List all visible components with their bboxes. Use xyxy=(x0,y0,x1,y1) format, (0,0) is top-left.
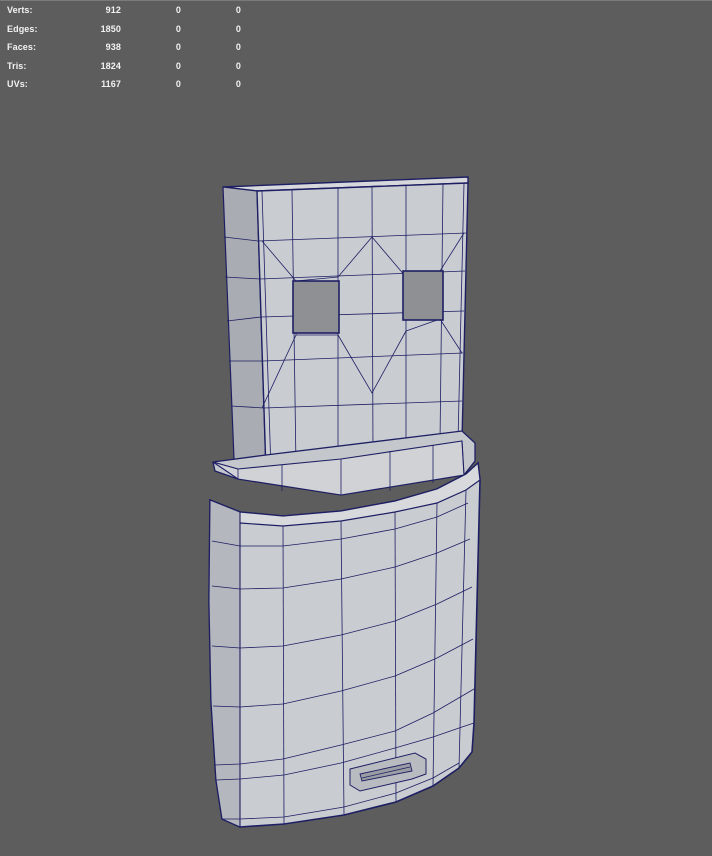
usb-drive-mesh[interactable] xyxy=(0,1,712,856)
usb-connector-mesh[interactable] xyxy=(222,176,469,473)
usb-body-mesh[interactable] xyxy=(208,461,481,828)
3d-viewport[interactable]: Verts: 912 0 0 Edges: 1850 0 0 Faces: 93… xyxy=(0,0,712,856)
usb-contact-slot-left xyxy=(292,280,340,334)
usb-contact-slot-right xyxy=(402,270,444,321)
